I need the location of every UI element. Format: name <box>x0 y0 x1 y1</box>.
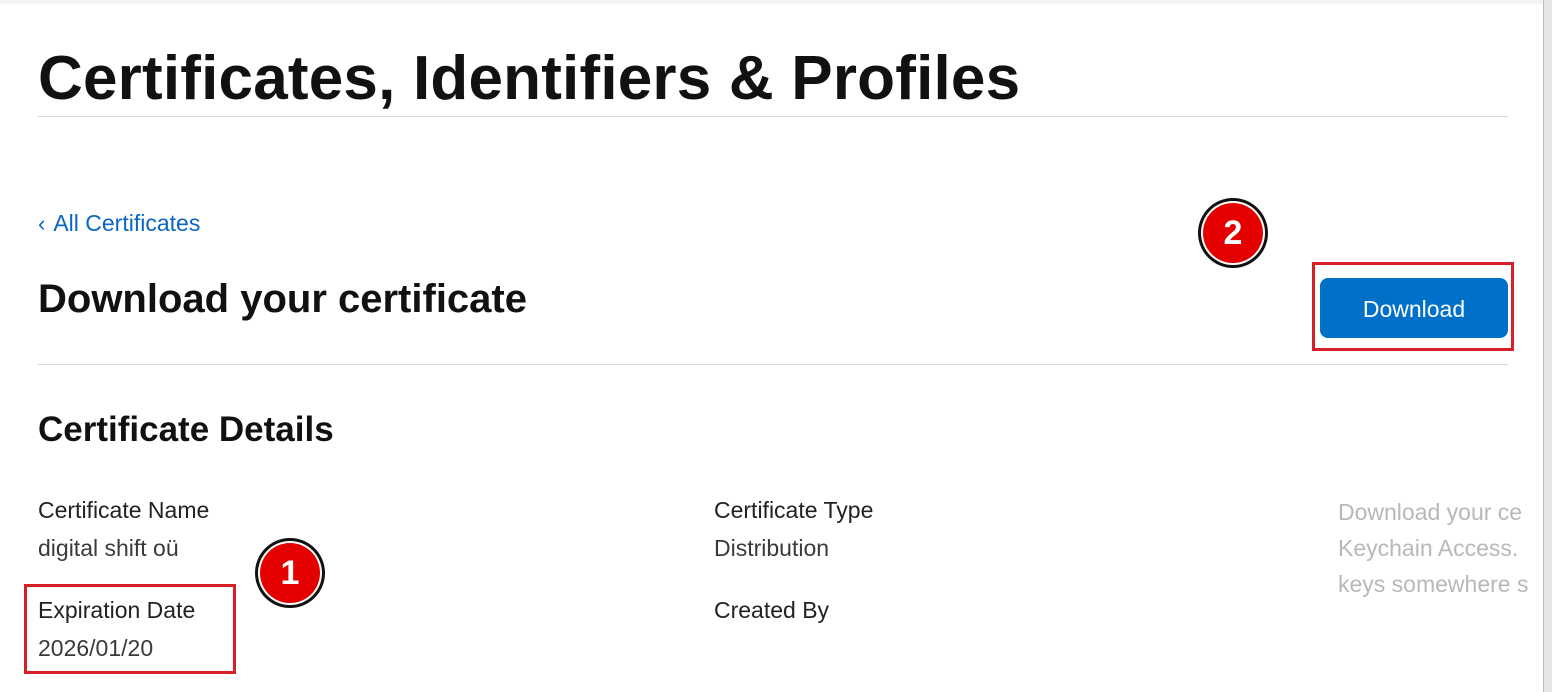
all-certificates-link[interactable]: ‹ All Certificates <box>38 206 200 241</box>
window-edge <box>1544 0 1552 692</box>
step-marker-2: 2 <box>1198 198 1268 268</box>
side-note: Download your ce Keychain Access. keys s… <box>1338 494 1544 602</box>
step-marker-1-label: 1 <box>260 543 320 603</box>
header-divider <box>38 116 1508 117</box>
certificate-details-title: Certificate Details <box>38 410 334 449</box>
side-note-line: Download your ce <box>1338 499 1523 525</box>
expiration-highlight-box <box>24 584 236 674</box>
step-marker-2-label: 2 <box>1203 203 1263 263</box>
download-section-title: Download your certificate <box>38 277 527 321</box>
certificate-name-label: Certificate Name <box>38 497 210 523</box>
chevron-left-icon: ‹ <box>38 211 46 236</box>
created-by-label: Created By <box>714 597 830 623</box>
certificate-page: Certificates, Identifiers & Profiles ‹ Al… <box>0 0 1552 692</box>
certificate-type-value: Distribution <box>714 535 830 561</box>
back-link-label: All Certificates <box>53 210 201 236</box>
page-title: Certificates, Identifiers & Profiles <box>38 44 1021 113</box>
certificate-name-value: digital shift oü <box>38 535 179 561</box>
side-note-line: keys somewhere s <box>1338 571 1529 597</box>
side-note-line: Keychain Access. <box>1338 535 1519 561</box>
certificate-type-label: Certificate Type <box>714 497 874 523</box>
step-marker-1: 1 <box>255 538 325 608</box>
download-button[interactable]: Download <box>1320 278 1508 338</box>
section-divider <box>38 364 1508 365</box>
top-shade <box>0 0 1552 4</box>
